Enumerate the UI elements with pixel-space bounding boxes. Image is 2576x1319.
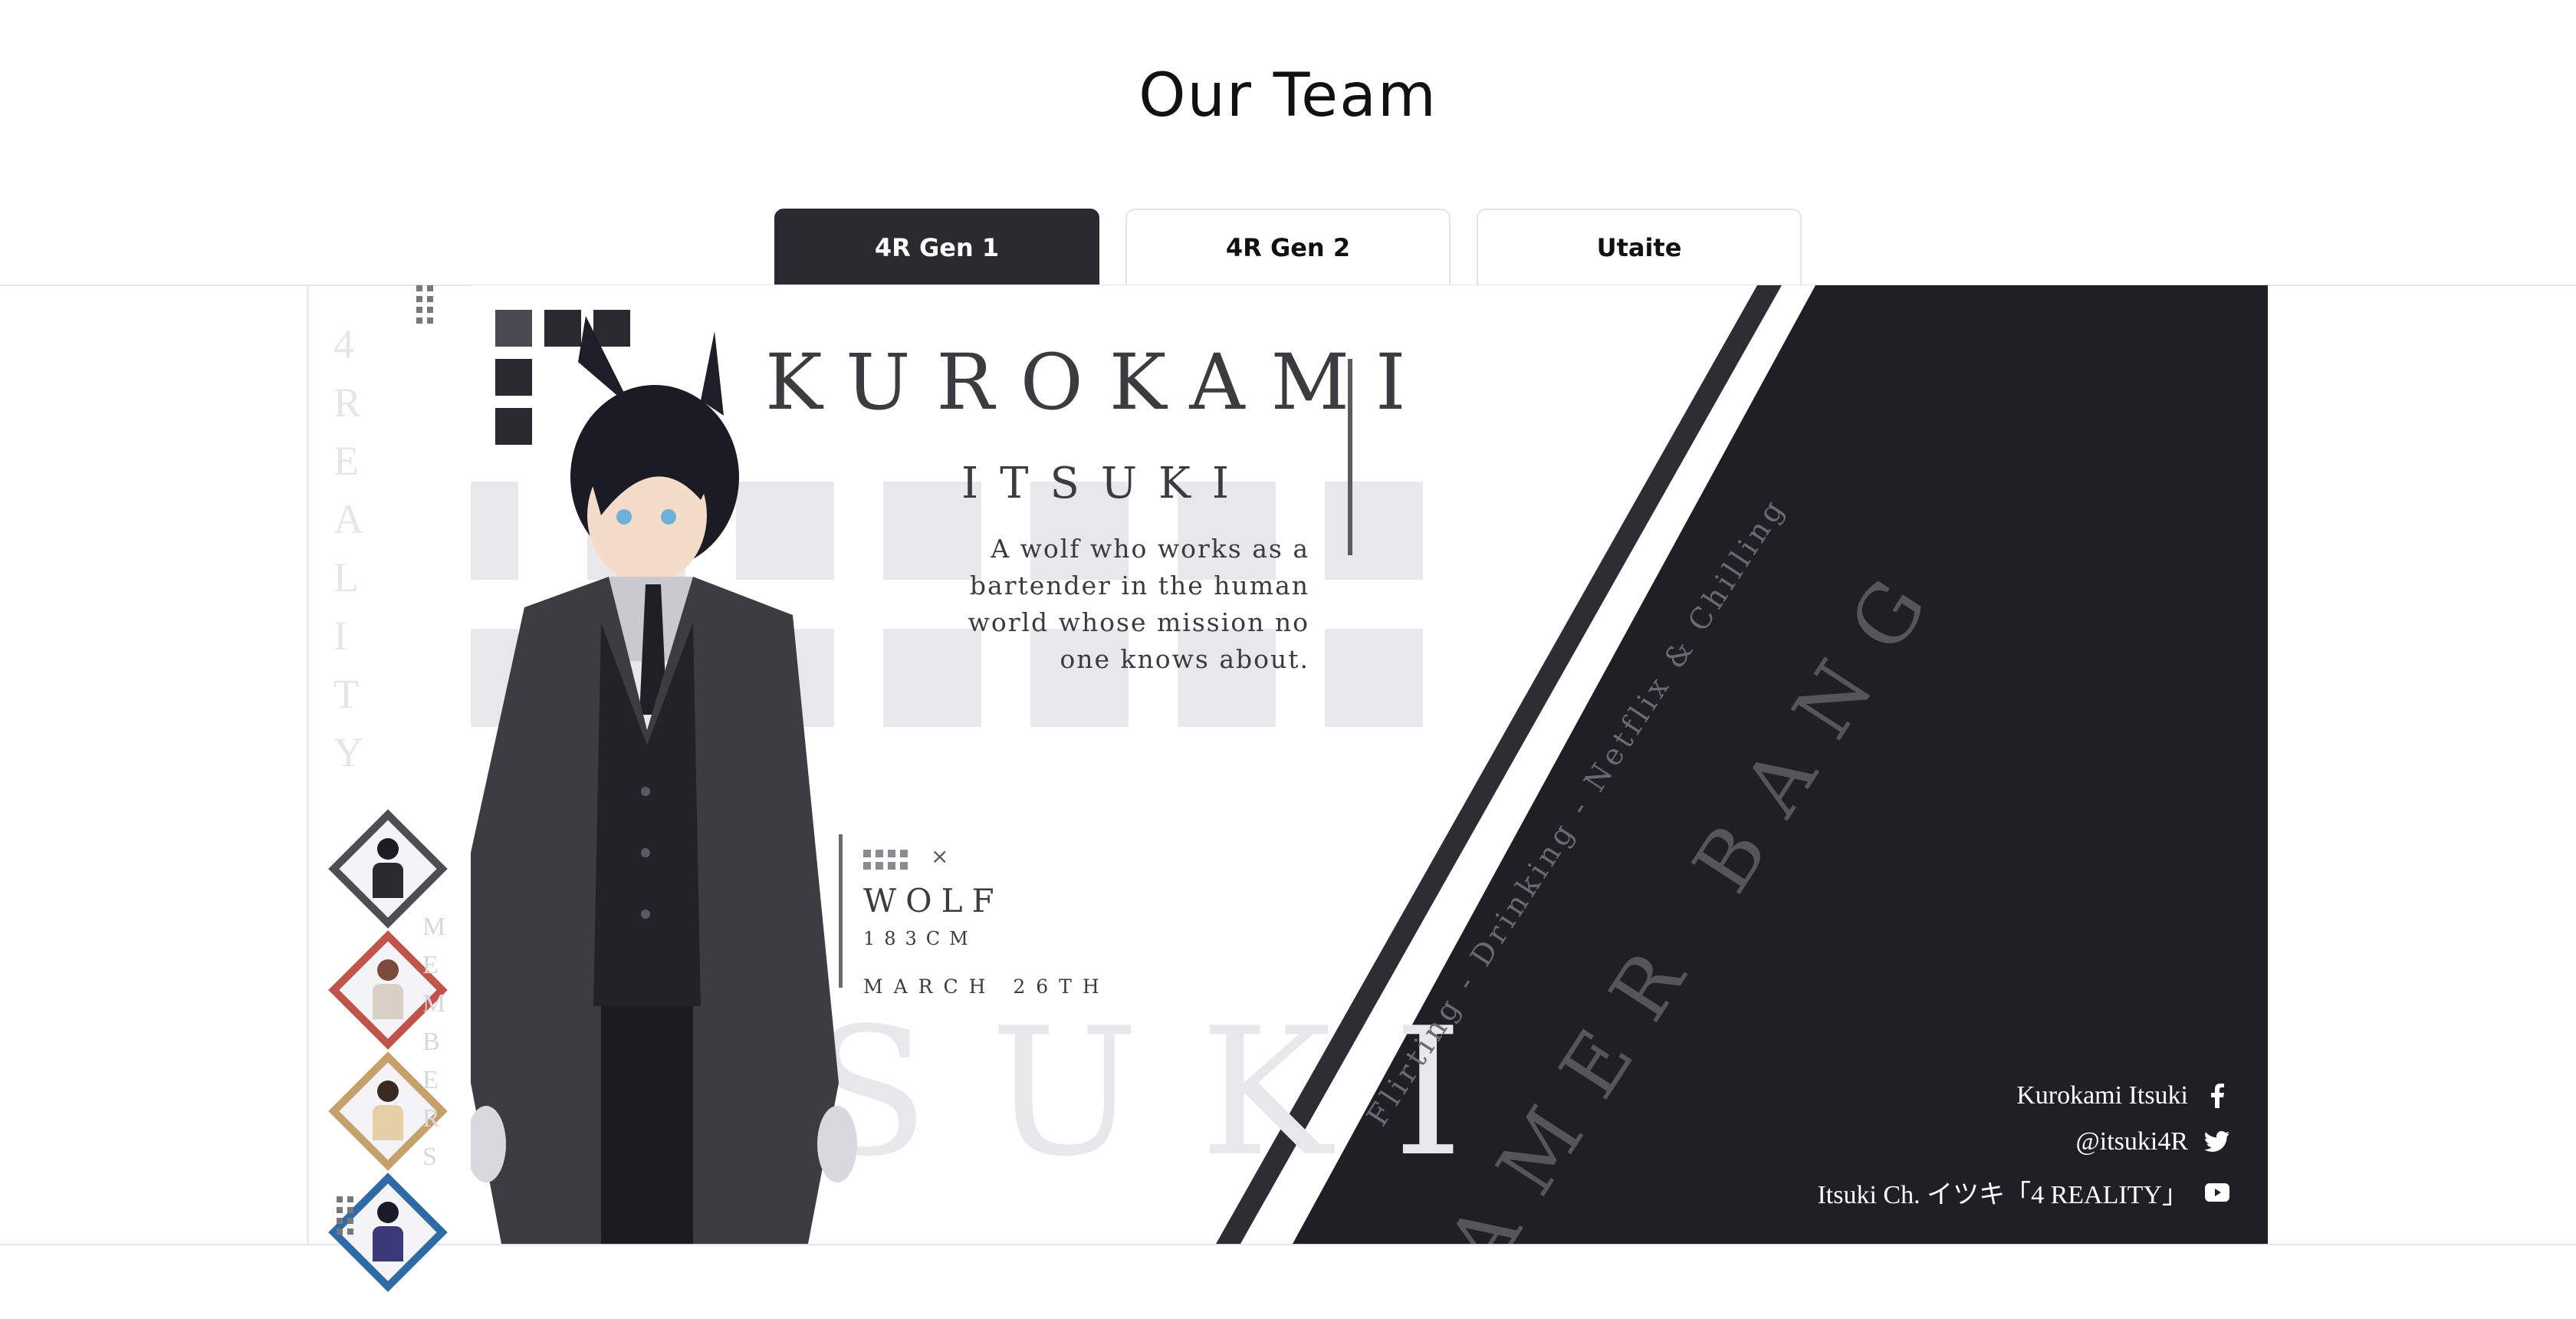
member-species: WOLF — [863, 882, 1004, 919]
member-height: 183CM — [863, 928, 978, 949]
dot-grid-decoration — [337, 1196, 353, 1235]
dot-grid-decoration — [416, 285, 433, 324]
character-illustration — [471, 316, 857, 1244]
info-accent-bar — [839, 834, 843, 988]
tab-4r-gen-2[interactable]: 4R Gen 2 — [1125, 209, 1451, 285]
member-first-name: ITSUKI — [961, 459, 1250, 508]
twitter-label: @itsuki4R — [2075, 1127, 2188, 1156]
close-icon: × — [931, 844, 949, 869]
member-birthday: MARCH 26TH — [863, 975, 1110, 998]
info-dot-grid — [863, 850, 908, 870]
social-links: Kurokami Itsuki @itsuki4R Itsuki Ch. イツキ… — [1817, 1081, 2229, 1211]
sidebar-members-text: M E M B E R S — [422, 913, 448, 1171]
youtube-label: Itsuki Ch. イツキ「4 REALITY」 — [1817, 1181, 2188, 1209]
youtube-link[interactable]: Itsuki Ch. イツキ「4 REALITY」 — [1817, 1173, 2229, 1211]
tab-4r-gen-1[interactable]: 4R Gen 1 — [774, 209, 1099, 285]
facebook-link[interactable]: Kurokami Itsuki — [2016, 1081, 2229, 1110]
member-description: A wolf who works as a bartender in the h… — [968, 534, 1309, 674]
facebook-icon — [2205, 1084, 2229, 1108]
twitter-link[interactable]: @itsuki4R — [2075, 1127, 2229, 1156]
sidebar-vertical-text: 4 R E A L I T Y — [334, 321, 363, 775]
tab-utaite[interactable]: Utaite — [1477, 209, 1802, 285]
page-title: Our Team — [1138, 61, 1438, 130]
member-sidebar: 4 R E A L I T Y M E M B E R S — [307, 285, 471, 1292]
twitter-icon — [2205, 1130, 2229, 1154]
background-name-word: SUKI — [808, 991, 1525, 1196]
team-tabs: 4R Gen 1 4R Gen 2 Utaite — [774, 209, 1802, 285]
member-avatar[interactable] — [328, 809, 448, 929]
profile-banner: SUKI KUROKAMI ITSUKI A wolf who works as… — [471, 285, 2268, 1244]
name-accent-bar — [1348, 359, 1352, 555]
facebook-label: Kurokami Itsuki — [2016, 1081, 2188, 1110]
member-last-name: KUROKAMI — [765, 337, 1432, 427]
youtube-icon — [2205, 1180, 2229, 1205]
